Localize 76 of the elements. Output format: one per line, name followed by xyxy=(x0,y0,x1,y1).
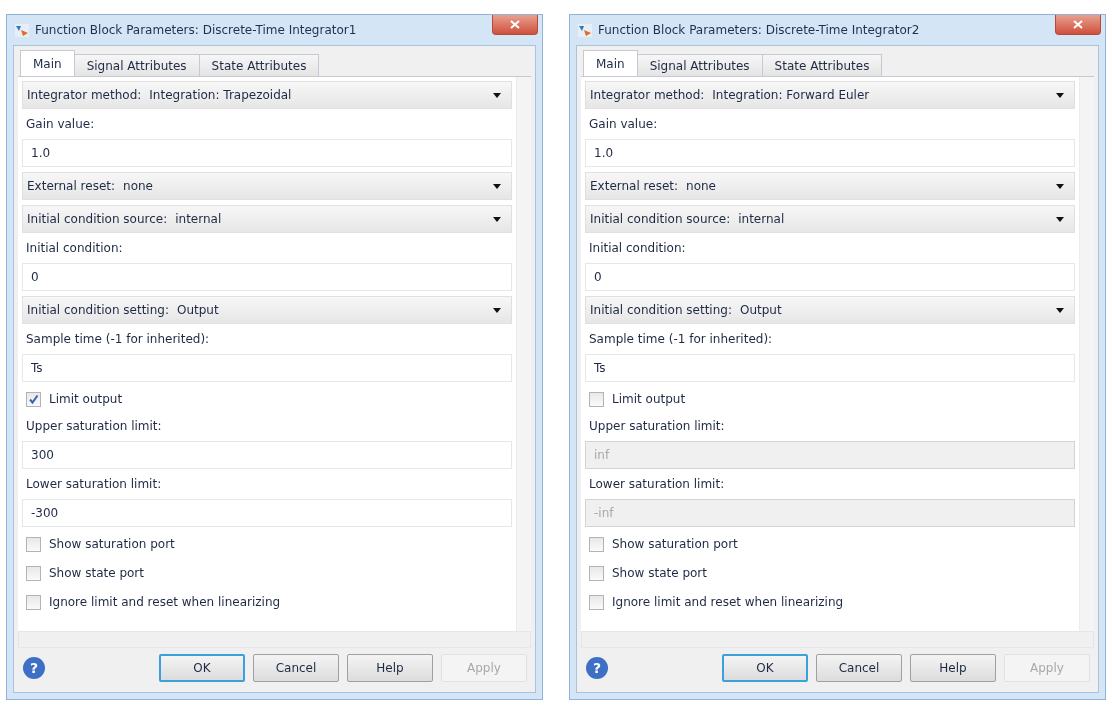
checkbox[interactable] xyxy=(26,565,41,581)
input-field[interactable]: 1.0 xyxy=(22,139,512,167)
field-label: Upper saturation limit: xyxy=(25,418,163,435)
close-icon xyxy=(510,20,520,29)
field-label: Lower saturation limit: xyxy=(588,476,726,493)
tab[interactable]: Signal Attributes xyxy=(73,54,200,76)
input-field[interactable]: Ts xyxy=(22,354,512,382)
checkbox-label: Ignore limit and reset when linearizing xyxy=(49,595,281,609)
checkbox-label: Show state port xyxy=(49,566,144,580)
field-label: Sample time (-1 for inherited): xyxy=(25,331,211,348)
caret-icon xyxy=(493,183,501,189)
checkbox[interactable] xyxy=(589,391,604,407)
input-field[interactable]: 1.0 xyxy=(585,139,1075,167)
close-button[interactable] xyxy=(492,15,538,35)
checkbox-label: Limit output xyxy=(49,392,123,406)
field-label: Initial condition: xyxy=(25,240,124,257)
checkbox[interactable] xyxy=(26,391,41,407)
field-label: Gain value: xyxy=(25,116,96,133)
tab[interactable]: Main xyxy=(583,50,638,76)
dropdown[interactable]: Initial condition setting: Output xyxy=(22,296,512,324)
tab[interactable]: State Attributes xyxy=(761,54,883,76)
tab[interactable]: Signal Attributes xyxy=(636,54,763,76)
input-field[interactable]: 300 xyxy=(22,441,512,469)
dropdown[interactable]: Integrator method: Integration: Trapezoidal xyxy=(22,81,512,109)
checkbox[interactable] xyxy=(589,594,604,610)
checkbox[interactable] xyxy=(589,536,604,552)
window-title: Function Block Parameters: Discrete-Time Integrator2 xyxy=(598,23,920,37)
app-icon xyxy=(578,23,592,37)
horizontal-scrollbar[interactable] xyxy=(18,631,531,648)
caret-icon xyxy=(1056,216,1064,222)
checkbox[interactable] xyxy=(589,565,604,581)
caret-icon xyxy=(1056,183,1064,189)
checkbox-label: Show saturation port xyxy=(49,537,175,551)
field-label: Initial condition: xyxy=(588,240,687,257)
help-icon[interactable]: ? xyxy=(22,656,46,680)
window-title: Function Block Parameters: Discrete-Time Integrator1 xyxy=(35,23,357,37)
horizontal-scrollbar[interactable] xyxy=(581,631,1094,648)
caret-icon xyxy=(1056,92,1064,98)
help-icon[interactable]: ? xyxy=(585,656,609,680)
dropdown[interactable]: Initial condition source: internal xyxy=(22,205,512,233)
dropdown[interactable]: External reset: none xyxy=(22,172,512,200)
dropdown[interactable]: External reset: none xyxy=(585,172,1075,200)
field-label: Lower saturation limit: xyxy=(25,476,163,493)
dialog-button[interactable]: Cancel xyxy=(816,654,902,682)
dialog-button[interactable]: Cancel xyxy=(253,654,339,682)
tab[interactable]: State Attributes xyxy=(198,54,320,76)
dropdown[interactable]: Initial condition setting: Output xyxy=(585,296,1075,324)
field-label: Sample time (-1 for inherited): xyxy=(588,331,774,348)
input-field[interactable]: Ts xyxy=(585,354,1075,382)
input-field[interactable]: 0 xyxy=(22,263,512,291)
app-icon xyxy=(15,23,29,37)
dialog-button[interactable]: Help xyxy=(347,654,433,682)
caret-icon xyxy=(493,216,501,222)
dropdown[interactable]: Integrator method: Integration: Forward Euler xyxy=(585,81,1075,109)
checkbox[interactable] xyxy=(26,536,41,552)
caret-icon xyxy=(493,307,501,313)
input-field[interactable]: 0 xyxy=(585,263,1075,291)
dropdown[interactable]: Initial condition source: internal xyxy=(585,205,1075,233)
checkbox-label: Limit output xyxy=(612,392,686,406)
caret-icon xyxy=(1056,307,1064,313)
caret-icon xyxy=(493,92,501,98)
dialog-button[interactable]: OK xyxy=(722,654,808,682)
field-label: Upper saturation limit: xyxy=(588,418,726,435)
tab[interactable]: Main xyxy=(20,50,75,76)
dialog-button[interactable]: OK xyxy=(159,654,245,682)
checkbox-label: Show state port xyxy=(612,566,707,580)
checkbox[interactable] xyxy=(26,594,41,610)
checkbox-label: Show saturation port xyxy=(612,537,738,551)
dialog-button[interactable]: Help xyxy=(910,654,996,682)
close-button[interactable] xyxy=(1055,15,1101,35)
checkbox-label: Ignore limit and reset when linearizing xyxy=(612,595,844,609)
close-icon xyxy=(1073,20,1083,29)
field-label: Gain value: xyxy=(588,116,659,133)
vertical-scrollbar[interactable] xyxy=(1079,77,1094,631)
vertical-scrollbar[interactable] xyxy=(516,77,531,631)
input-field[interactable]: -300 xyxy=(22,499,512,527)
